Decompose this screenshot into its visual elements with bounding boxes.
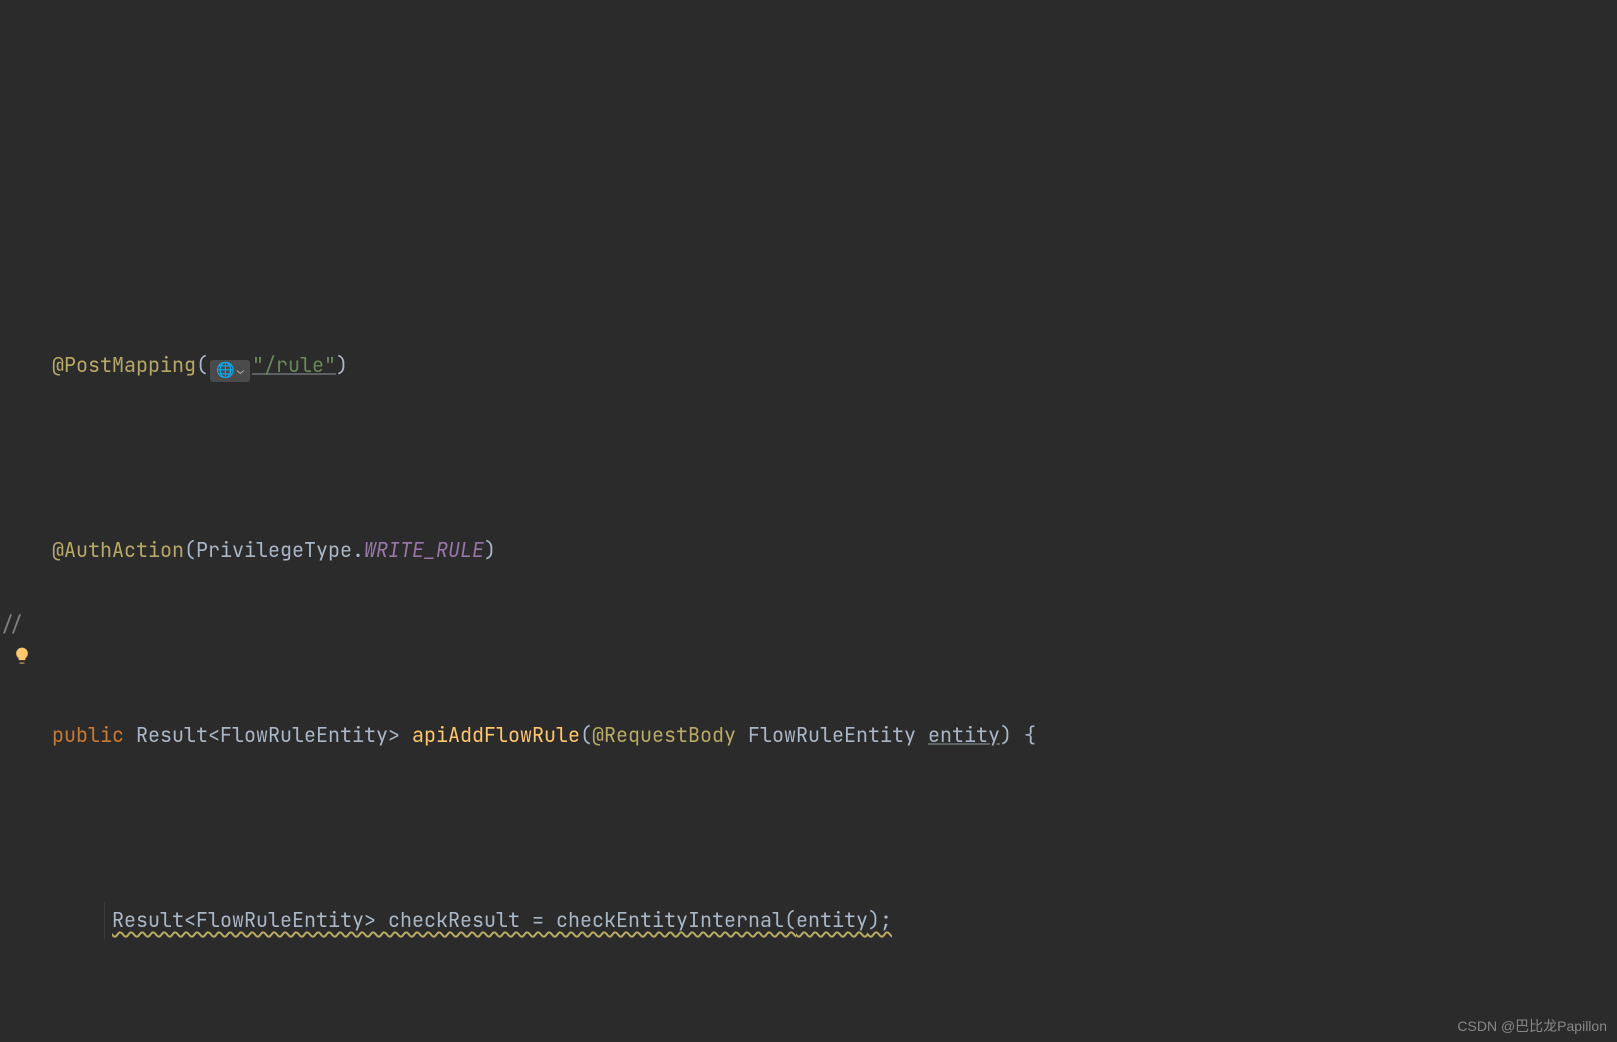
chevron-down-icon: ⌄	[237, 352, 244, 389]
code-line[interactable]: @AuthAction(PrivilegeType.WRITE_RULE)	[52, 532, 1617, 569]
string-literal: "/rule"	[252, 352, 336, 378]
annotation: @AuthAction	[52, 537, 184, 563]
static-field: WRITE_RULE	[364, 537, 484, 563]
method-name: apiAddFlowRule	[412, 722, 580, 748]
code-line[interactable]: @PostMapping(🌐⌄"/rule")	[52, 347, 1617, 384]
code-line[interactable]: public Result<FlowRuleEntity> apiAddFlow…	[52, 717, 1617, 754]
globe-icon[interactable]: 🌐⌄	[210, 360, 250, 382]
annotation: @PostMapping	[52, 352, 196, 378]
code-line[interactable]: Result<FlowRuleEntity> checkResult = che…	[52, 902, 1617, 939]
watermark-text: CSDN @巴比龙Papillon	[1457, 1016, 1607, 1036]
code-editor[interactable]: // @PostMapping(🌐⌄"/rule") @AuthAction(P…	[0, 0, 1617, 1042]
lightbulb-icon[interactable]	[12, 646, 32, 666]
gutter-comment-marker: //	[0, 606, 24, 643]
editor-gutter: //	[0, 14, 44, 1042]
